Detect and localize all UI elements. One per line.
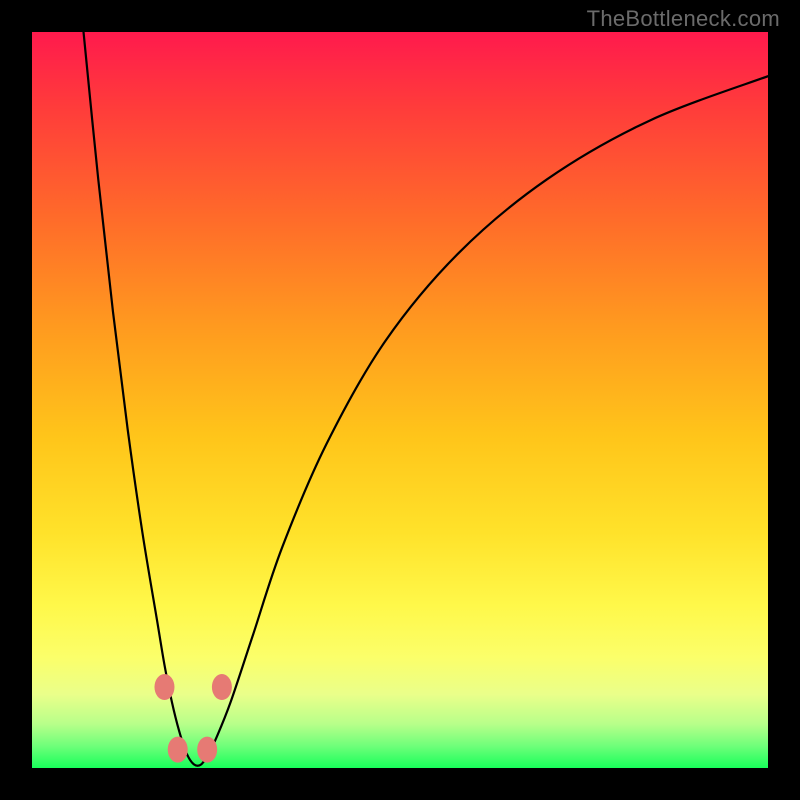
plot-area: [32, 32, 768, 768]
curve-svg: [32, 32, 768, 768]
chart-frame: TheBottleneck.com: [0, 0, 800, 800]
curve-markers: [154, 674, 231, 763]
marker-dot-3: [212, 674, 232, 700]
marker-dot-0: [154, 674, 174, 700]
marker-dot-1: [168, 737, 188, 763]
bottleneck-curve: [84, 32, 768, 766]
marker-dot-2: [197, 737, 217, 763]
watermark-text: TheBottleneck.com: [587, 6, 780, 32]
